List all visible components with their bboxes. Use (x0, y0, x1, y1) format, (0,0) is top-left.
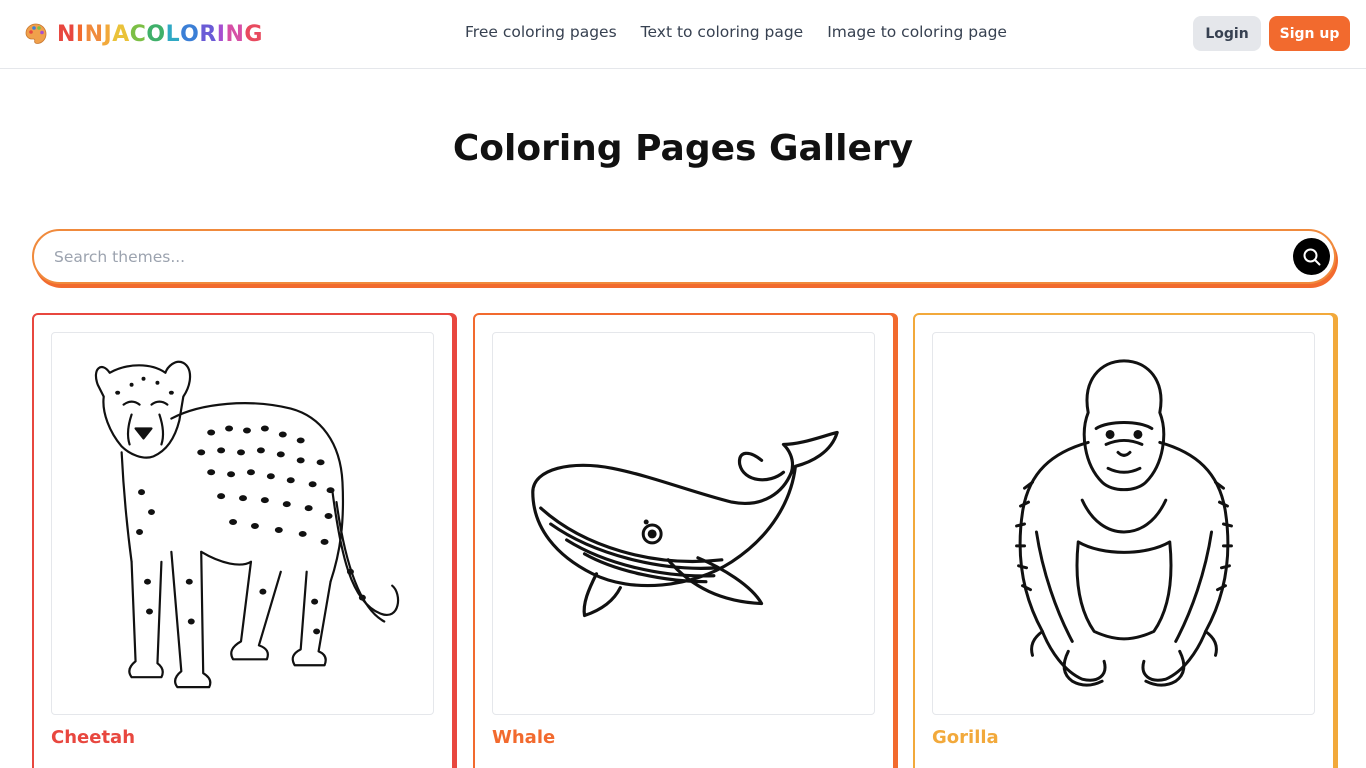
card-title: Gorilla (932, 727, 999, 748)
whale-image (492, 332, 875, 715)
gallery-card-whale[interactable]: Whale (473, 313, 895, 768)
search-bar (32, 229, 1336, 284)
logo-letter: G (244, 21, 263, 47)
logo-letter: I (216, 21, 226, 47)
card-title: Whale (492, 727, 556, 748)
nav-text-to-coloring-page[interactable]: Text to coloring page (641, 23, 804, 41)
search-icon (1303, 248, 1320, 265)
logo-letter: N (57, 21, 76, 47)
logo-letter: I (75, 21, 85, 47)
palette-icon (25, 23, 47, 44)
logo-letter: R (199, 21, 217, 47)
page-title: Coloring Pages Gallery (452, 128, 914, 169)
logo-letter: J (103, 21, 113, 47)
cheetah-image (51, 332, 434, 715)
nav-free-coloring-pages[interactable]: Free coloring pages (465, 23, 617, 41)
top-header: NINJACOLORING Free coloring pages Text t… (0, 0, 1366, 69)
login-button[interactable]: Login (1193, 16, 1261, 51)
logo-letter: L (165, 21, 181, 47)
gallery-card-gorilla[interactable]: Gorilla (913, 313, 1335, 768)
logo-text: NINJACOLORING (57, 22, 263, 47)
main-nav: Free coloring pages Text to coloring pag… (465, 23, 1007, 41)
gorilla-image (932, 332, 1315, 715)
logo-letter: A (112, 21, 130, 47)
logo-letter: C (129, 21, 147, 47)
signup-button[interactable]: Sign up (1269, 16, 1350, 51)
gallery-card-cheetah[interactable]: Cheetah (32, 313, 454, 768)
search-input[interactable] (54, 231, 1284, 282)
logo-letter: N (84, 21, 104, 47)
card-title: Cheetah (51, 727, 136, 748)
logo-letter: N (225, 21, 245, 47)
nav-image-to-coloring-page[interactable]: Image to coloring page (827, 23, 1007, 41)
search-button[interactable] (1293, 238, 1330, 275)
logo-link[interactable]: NINJACOLORING (24, 20, 263, 48)
logo-letter: O (180, 21, 200, 47)
logo-letter: O (146, 21, 166, 47)
